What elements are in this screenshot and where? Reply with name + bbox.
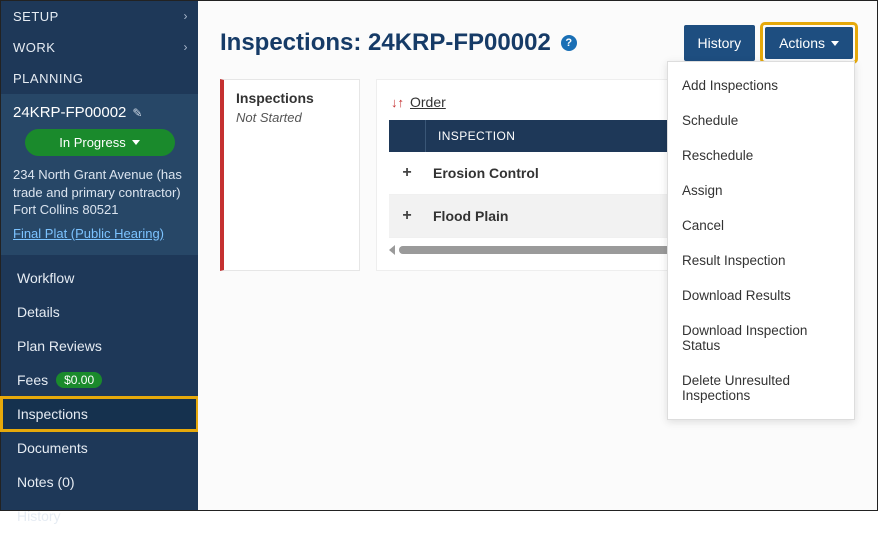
status-card: Inspections Not Started [220,79,360,271]
action-assign[interactable]: Assign [668,173,854,208]
top-nav: SETUP WORK PLANNING [1,1,198,94]
case-id-text: 24KRP-FP00002 [13,104,126,121]
action-add-inspections[interactable]: Add Inspections [668,68,854,103]
edit-icon[interactable]: ✎ [132,106,142,120]
history-button[interactable]: History [684,25,756,61]
nav-documents[interactable]: Documents [1,431,198,465]
sort-arrow-icon: ↓↑ [391,95,404,110]
th-expand [389,120,425,152]
caret-down-icon [132,140,140,145]
action-cancel[interactable]: Cancel [668,208,854,243]
help-icon[interactable]: ? [561,35,577,51]
page-title: Inspections: 24KRP-FP00002 ? [220,29,577,57]
caret-down-icon [831,41,839,46]
action-download-status[interactable]: Download Inspection Status [668,313,854,363]
actions-menu: Add Inspections Schedule Reschedule Assi… [667,61,855,420]
order-link[interactable]: Order [410,94,446,110]
nav-workflow[interactable]: Workflow [1,261,198,295]
case-link[interactable]: Final Plat (Public Hearing) [13,226,164,241]
status-card-subtitle: Not Started [236,110,347,125]
action-reschedule[interactable]: Reschedule [668,138,854,173]
action-download-results[interactable]: Download Results [668,278,854,313]
status-pill[interactable]: In Progress [25,129,175,156]
action-result-inspection[interactable]: Result Inspection [668,243,854,278]
nav-fees-label: Fees [17,372,48,388]
topnav-setup[interactable]: SETUP [1,1,198,32]
actions-button-highlight: Actions [763,25,855,61]
topnav-planning[interactable]: PLANNING [1,63,198,94]
page-title-text: Inspections: 24KRP-FP00002 [220,29,551,57]
expand-icon[interactable]: + [389,195,425,237]
nav-history[interactable]: History [1,499,198,533]
header-actions: History Actions [684,25,855,61]
case-id: 24KRP-FP00002 ✎ [13,104,186,121]
action-schedule[interactable]: Schedule [668,103,854,138]
expand-icon[interactable]: + [389,152,425,194]
nav-notes[interactable]: Notes (0) [1,465,198,499]
actions-button[interactable]: Actions [765,27,853,59]
sidebar: SETUP WORK PLANNING 24KRP-FP00002 ✎ In P… [1,1,198,510]
topnav-work[interactable]: WORK [1,32,198,63]
scroll-left-icon[interactable] [389,245,395,255]
status-card-title: Inspections [236,90,347,106]
action-delete-unresulted[interactable]: Delete Unresulted Inspections [668,363,854,413]
main: Inspections: 24KRP-FP00002 ? History Act… [198,1,877,510]
nav-plan-reviews[interactable]: Plan Reviews [1,329,198,363]
status-label: In Progress [59,135,125,150]
section-nav: Workflow Details Plan Reviews Fees $0.00… [1,255,198,533]
page-header: Inspections: 24KRP-FP00002 ? History Act… [220,25,855,61]
case-panel: 24KRP-FP00002 ✎ In Progress 234 North Gr… [1,94,198,255]
fee-amount-pill: $0.00 [56,372,102,388]
nav-inspections[interactable]: Inspections [1,397,198,431]
actions-button-label: Actions [779,35,825,51]
case-address: 234 North Grant Avenue (has trade and pr… [13,166,186,219]
nav-details[interactable]: Details [1,295,198,329]
nav-fees[interactable]: Fees $0.00 [1,363,198,397]
